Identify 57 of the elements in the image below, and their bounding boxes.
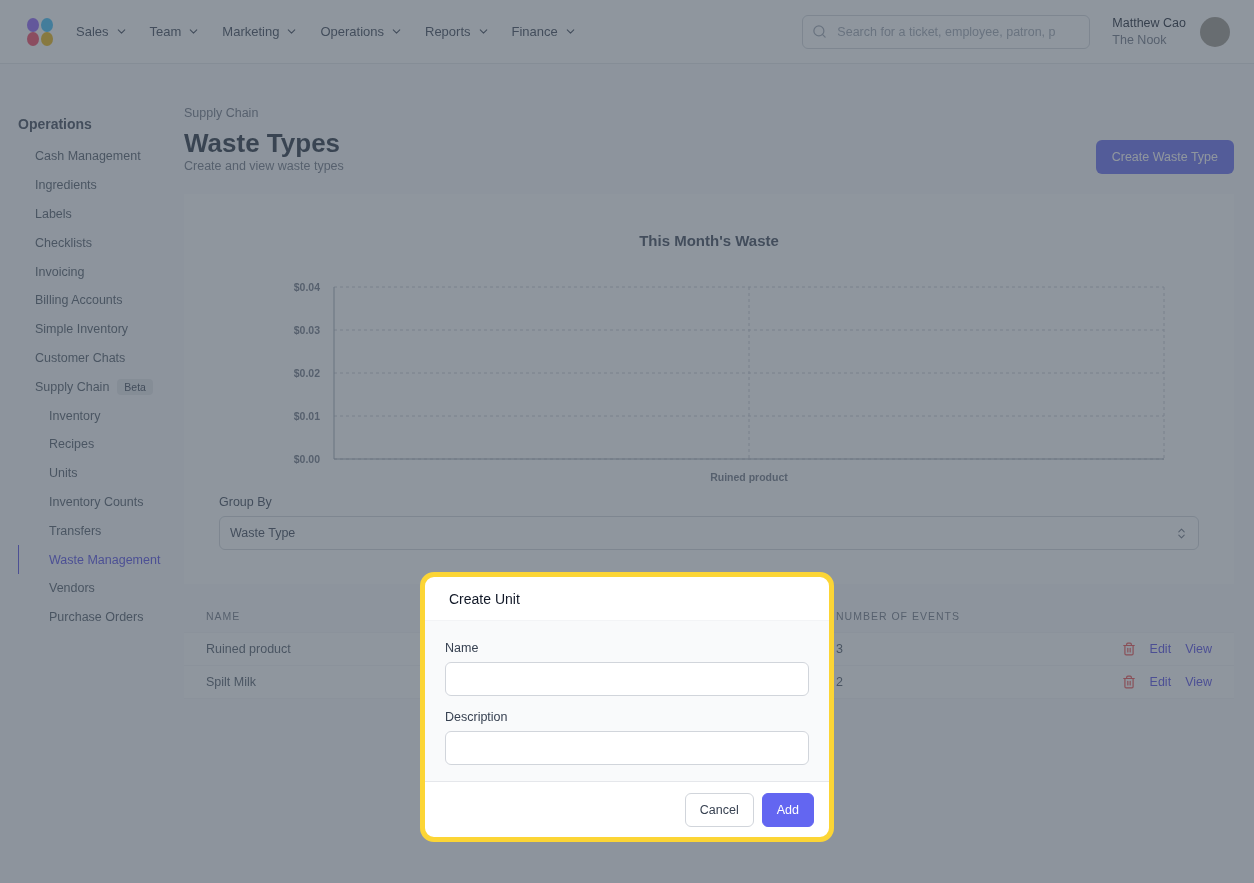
sidebar-item[interactable]: Recipes — [18, 429, 184, 459]
nav-menu[interactable]: Team — [149, 24, 201, 39]
input-field[interactable] — [445, 662, 809, 696]
beta-badge: Beta — [117, 378, 153, 395]
logo-icon — [24, 15, 56, 48]
axis-label: $0.04 — [293, 281, 320, 293]
avatar[interactable] — [1200, 16, 1230, 47]
cancel-button[interactable]: Cancel — [684, 793, 754, 827]
trash-icon[interactable] — [1121, 642, 1136, 656]
row-link[interactable]: Edit — [1149, 675, 1172, 689]
row-link[interactable]: Edit — [1149, 642, 1172, 656]
sidebar-item[interactable]: Labels — [18, 199, 184, 229]
nav-menu[interactable]: Finance — [511, 24, 577, 39]
sidebar-item[interactable]: Cash Management — [18, 142, 184, 171]
sidebar-item-label: Supply Chain — [35, 379, 110, 394]
axis-label: $0.00 — [293, 453, 320, 465]
table-cell: 2 — [836, 675, 843, 689]
sidebar-item[interactable]: Invoicing — [18, 257, 184, 286]
axis-label: $0.02 — [293, 367, 320, 379]
search-icon — [812, 23, 828, 39]
nav-menu[interactable]: Operations — [320, 24, 403, 39]
sidebar-item[interactable]: Customer Chats — [18, 343, 184, 373]
table-cell: Spilt Milk — [206, 675, 256, 689]
nav-menu[interactable]: Marketing — [222, 24, 299, 39]
sidebar-item[interactable]: Inventory — [18, 401, 184, 430]
sidebar-title: Operations — [18, 116, 93, 132]
table-cell: 3 — [836, 642, 843, 656]
axis-label: $0.03 — [293, 324, 320, 336]
page-title: Waste Types — [184, 128, 342, 159]
add-button[interactable]: Add — [761, 793, 814, 827]
sidebar-item[interactable]: Simple Inventory — [18, 314, 184, 344]
group-by-select[interactable]: Waste Type — [219, 516, 1199, 550]
row-link[interactable]: View — [1185, 675, 1212, 689]
field-label: Group By — [219, 495, 273, 509]
sidebar-item[interactable]: Billing Accounts — [18, 286, 184, 315]
user-name: Matthew Cao — [1112, 16, 1186, 30]
axis-label: $0.01 — [293, 410, 320, 422]
row-link[interactable]: View — [1185, 642, 1212, 656]
sidebar-item[interactable]: Vendors — [18, 573, 184, 603]
sidebar-item[interactable]: Inventory Counts — [18, 487, 184, 517]
nav-menu[interactable]: Sales — [76, 24, 128, 39]
sidebar-item[interactable]: Ingredients — [18, 170, 184, 200]
field-label: Description — [445, 710, 509, 724]
sidebar-item[interactable]: Transfers — [18, 516, 184, 546]
sidebar-item[interactable]: Purchase Orders — [18, 602, 184, 632]
table-cell: Ruined product — [206, 642, 291, 656]
sidebar-item[interactable]: Supply Chain Beta — [18, 372, 184, 402]
chart-title: This Month's Waste — [638, 232, 780, 249]
user-location: The Nook — [1112, 33, 1168, 47]
input-field[interactable] — [445, 731, 809, 765]
sidebar-item[interactable]: Checklists — [18, 228, 184, 258]
chevron-updown-icon — [1175, 526, 1188, 540]
trash-icon[interactable] — [1121, 675, 1136, 689]
field-label: Name — [445, 641, 480, 655]
axis-label: Ruined product — [710, 471, 788, 483]
nav-menu[interactable]: Reports — [425, 24, 490, 39]
sidebar-item[interactable]: Units — [18, 458, 184, 488]
